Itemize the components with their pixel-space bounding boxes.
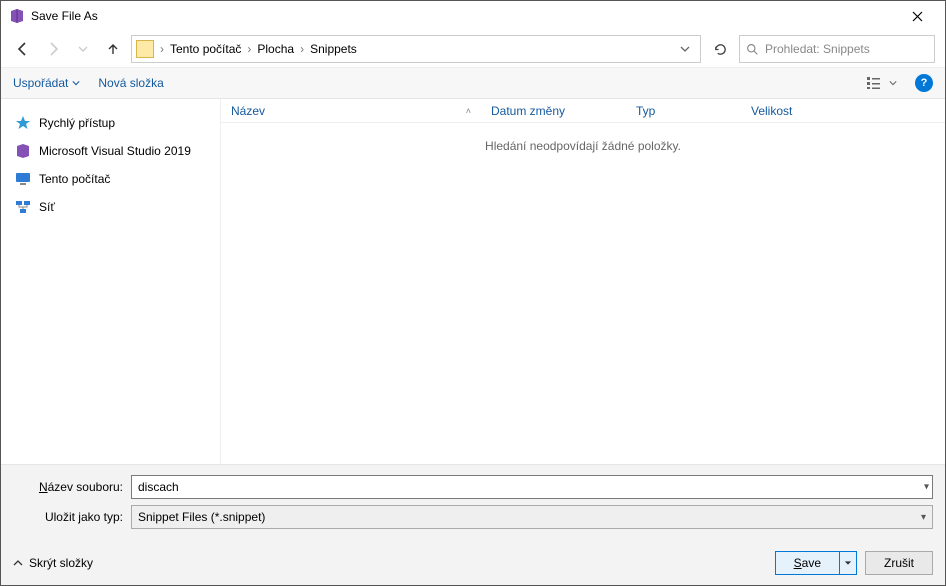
network-icon: [15, 199, 31, 215]
address-dropdown[interactable]: [674, 44, 696, 54]
sidebar-item-visual-studio[interactable]: Microsoft Visual Studio 2019: [7, 137, 214, 165]
filetype-select[interactable]: Snippet Files (*.snippet) ▾: [131, 505, 933, 529]
navigation-row: › Tento počítač › Plocha › Snippets: [1, 31, 945, 67]
filetype-label: Uložit jako typ:: [13, 510, 123, 524]
cancel-button[interactable]: Zrušit: [865, 551, 933, 575]
vs-icon: [15, 143, 31, 159]
folder-icon: [136, 40, 154, 58]
chevron-right-icon[interactable]: ›: [245, 42, 253, 56]
search-icon: [746, 43, 759, 56]
recent-locations-button[interactable]: [71, 37, 95, 61]
sidebar-item-quick-access[interactable]: Rychlý přístup: [7, 109, 214, 137]
back-button[interactable]: [11, 37, 35, 61]
chevron-down-icon: ▾: [921, 512, 926, 523]
chevron-down-icon: [72, 79, 80, 87]
sidebar-item-network[interactable]: Síť: [7, 193, 214, 221]
title-bar: Save File As: [1, 1, 945, 31]
sidebar-item-label: Rychlý přístup: [39, 116, 115, 130]
dialog-footer: Skrýt složky Save Zrušit: [1, 541, 945, 585]
navigation-pane: Rychlý přístup Microsoft Visual Studio 2…: [1, 99, 221, 464]
sidebar-item-this-pc[interactable]: Tento počítač: [7, 165, 214, 193]
breadcrumb-item[interactable]: Plocha: [253, 42, 298, 56]
chevron-up-icon: [13, 558, 23, 568]
chevron-right-icon[interactable]: ›: [158, 42, 166, 56]
hide-folders-button[interactable]: Skrýt složky: [13, 556, 93, 570]
address-bar[interactable]: › Tento počítač › Plocha › Snippets: [131, 35, 701, 63]
star-icon: [15, 115, 31, 131]
new-folder-button[interactable]: Nová složka: [98, 76, 163, 90]
column-header-date[interactable]: Datum změny: [481, 99, 626, 122]
empty-message: Hledání neodpovídají žádné položky.: [485, 139, 681, 153]
save-form: Název souboru: ▾ Uložit jako typ: Snippe…: [1, 464, 945, 541]
window-title: Save File As: [31, 9, 98, 23]
organize-button[interactable]: Uspořádat: [13, 76, 80, 90]
sidebar-item-label: Tento počítač: [39, 172, 110, 186]
save-dropdown-button[interactable]: [839, 551, 857, 575]
search-box[interactable]: [739, 35, 935, 63]
column-header-size[interactable]: Velikost: [741, 99, 831, 122]
refresh-button[interactable]: [707, 36, 733, 62]
help-button[interactable]: ?: [915, 74, 933, 92]
filetype-value: Snippet Files (*.snippet): [138, 510, 265, 524]
column-header-name[interactable]: Název ˄: [221, 99, 481, 122]
breadcrumb-item[interactable]: Snippets: [306, 42, 361, 56]
filename-input[interactable]: [131, 475, 933, 499]
file-list-pane: Název ˄ Datum změny Typ Velikost Hledání…: [221, 99, 945, 464]
chevron-down-icon: [844, 559, 852, 567]
save-button-group: Save: [775, 551, 857, 575]
main-area: Rychlý přístup Microsoft Visual Studio 2…: [1, 99, 945, 464]
chevron-right-icon[interactable]: ›: [298, 42, 306, 56]
sidebar-item-label: Síť: [39, 200, 55, 214]
forward-button[interactable]: [41, 37, 65, 61]
view-options-button[interactable]: [867, 76, 897, 90]
column-headers: Název ˄ Datum změny Typ Velikost: [221, 99, 945, 123]
close-button[interactable]: [897, 1, 937, 31]
search-input[interactable]: [765, 42, 928, 56]
filename-label: Název souboru:: [13, 480, 123, 494]
app-icon: [9, 8, 25, 24]
empty-state: Hledání neodpovídají žádné položky.: [221, 123, 945, 464]
chevron-down-icon: [889, 79, 897, 87]
column-header-type[interactable]: Typ: [626, 99, 741, 122]
breadcrumb-item[interactable]: Tento počítač: [166, 42, 245, 56]
monitor-icon: [15, 171, 31, 187]
sort-indicator-icon: ˄: [466, 106, 471, 116]
up-button[interactable]: [101, 37, 125, 61]
toolbar: Uspořádat Nová složka ?: [1, 67, 945, 99]
sidebar-item-label: Microsoft Visual Studio 2019: [39, 144, 191, 158]
save-button[interactable]: Save: [775, 551, 839, 575]
